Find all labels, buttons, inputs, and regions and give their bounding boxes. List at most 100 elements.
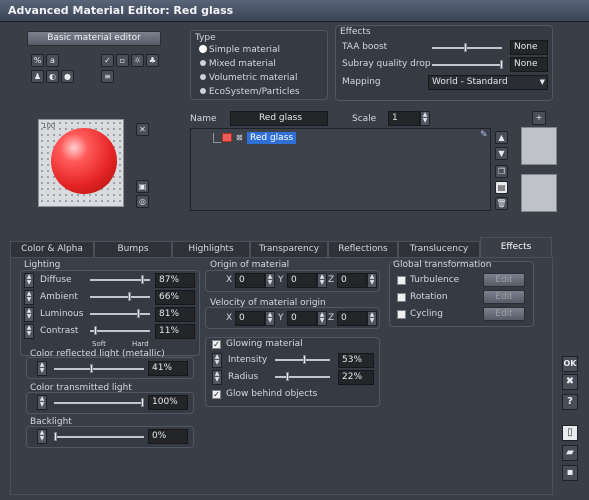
velocity-z-spinner[interactable]: ▲ ▼	[367, 311, 377, 326]
velocity-y-field[interactable]: 0	[287, 311, 317, 326]
reflected-slider[interactable]	[54, 368, 144, 370]
move-up-icon[interactable]: ▲	[495, 131, 508, 144]
velocity-z-field[interactable]: 0	[337, 311, 367, 326]
contrast-spinner[interactable]: ▲ ▼	[24, 324, 34, 339]
diffuse-field[interactable]: 87%	[155, 273, 195, 288]
luminous-knob[interactable]	[137, 309, 140, 318]
preview-close-icon[interactable]: ✕	[136, 123, 149, 136]
reflected-field[interactable]: 41%	[148, 361, 188, 376]
tab-translucency[interactable]: Translucency	[398, 241, 480, 258]
contrast-icon[interactable]: ◐	[46, 70, 59, 83]
copy-icon[interactable]: ❐	[495, 165, 508, 178]
subray-quality-field[interactable]: None	[510, 57, 548, 72]
list-icon[interactable]: ≡	[101, 70, 114, 83]
title-bar[interactable]: Advanced Material Editor: Red glass	[0, 0, 589, 22]
backlight-slider[interactable]	[54, 436, 144, 438]
transmitted-spinner[interactable]: ▲ ▼	[37, 395, 47, 410]
radio[interactable]	[200, 60, 206, 66]
mapping-select[interactable]: World - Standard ▼	[428, 75, 548, 90]
cycling-checkbox[interactable]	[397, 310, 406, 319]
cycling-edit-button[interactable]: Edit	[483, 307, 525, 321]
origin-z-field[interactable]: 0	[337, 273, 367, 288]
swatch-preview-top[interactable]	[521, 127, 557, 165]
name-field[interactable]: Red glass	[230, 111, 328, 126]
tab-effects[interactable]: Effects	[480, 237, 552, 257]
basic-material-editor-button[interactable]: Basic material editor	[27, 31, 161, 46]
target-icon[interactable]: ◎	[136, 195, 149, 208]
ambient-knob[interactable]	[128, 292, 131, 301]
open-folder-icon[interactable]: ▰	[562, 445, 578, 461]
type-option-mixed[interactable]: Mixed material	[200, 59, 276, 69]
transmitted-knob[interactable]	[141, 398, 144, 407]
ambient-spinner[interactable]: ▲ ▼	[24, 290, 34, 305]
ok-button[interactable]: OK	[562, 356, 578, 372]
backlight-knob[interactable]	[54, 432, 57, 441]
delete-icon[interactable]: 🗑	[495, 197, 508, 210]
edit-pencil-icon[interactable]: ✎	[480, 130, 488, 140]
check-icon[interactable]: ✓	[101, 54, 114, 67]
radius-spinner[interactable]: ▲ ▼	[212, 370, 222, 385]
figure-icon[interactable]: ♣	[146, 54, 159, 67]
reflected-spinner[interactable]: ▲ ▼	[37, 361, 47, 376]
intensity-knob[interactable]	[303, 355, 306, 364]
luminous-slider[interactable]	[90, 313, 150, 315]
origin-z-spinner[interactable]: ▲ ▼	[367, 273, 377, 288]
glow-behind-checkbox[interactable]: ✓	[212, 390, 221, 399]
select-icon[interactable]: ▫	[116, 54, 129, 67]
velocity-y-spinner[interactable]: ▲ ▼	[317, 311, 327, 326]
contrast-slider[interactable]	[90, 330, 150, 332]
origin-x-spinner[interactable]: ▲ ▼	[265, 273, 275, 288]
scale-spinner[interactable]: ▲ ▼	[420, 111, 430, 126]
diffuse-knob[interactable]	[141, 275, 144, 284]
luminous-field[interactable]: 81%	[155, 307, 195, 322]
type-option-volumetric[interactable]: Volumetric material	[200, 73, 297, 83]
tab-reflections[interactable]: Reflections	[328, 241, 398, 258]
luminous-spinner[interactable]: ▲ ▼	[24, 307, 34, 322]
velocity-x-spinner[interactable]: ▲ ▼	[265, 311, 275, 326]
material-tree[interactable]: ⊠ Red glass ✎	[190, 128, 491, 211]
ambient-field[interactable]: 66%	[155, 290, 195, 305]
tab-color-alpha[interactable]: Color & Alpha	[10, 241, 94, 258]
reflected-knob[interactable]	[90, 364, 93, 373]
move-down-icon[interactable]: ▼	[495, 147, 508, 160]
cube-icon[interactable]: ▣	[136, 180, 149, 193]
tab-highlights[interactable]: Highlights	[172, 241, 250, 258]
mix-icon[interactable]: %	[31, 54, 44, 67]
add-icon[interactable]: +	[532, 111, 546, 125]
type-option-ecosystem[interactable]: EcoSystem/Particles	[200, 87, 300, 97]
save-icon[interactable]: ▪	[562, 465, 578, 481]
subray-quality-knob[interactable]	[500, 60, 503, 69]
origin-x-field[interactable]: 0	[235, 273, 265, 288]
radius-knob[interactable]	[286, 372, 289, 381]
diffuse-spinner[interactable]: ▲ ▼	[24, 273, 34, 288]
subray-quality-slider[interactable]	[432, 64, 502, 66]
sphere-icon[interactable]: ●	[61, 70, 74, 83]
origin-y-field[interactable]: 0	[287, 273, 317, 288]
type-option-simple[interactable]: Simple material	[200, 45, 280, 55]
new-document-icon[interactable]: ▯	[562, 425, 578, 441]
help-button[interactable]: ?	[562, 394, 578, 410]
rotation-edit-button[interactable]: Edit	[483, 290, 525, 304]
origin-y-spinner[interactable]: ▲ ▼	[317, 273, 327, 288]
ambient-slider[interactable]	[90, 296, 150, 298]
sun-icon[interactable]: ☼	[131, 54, 144, 67]
taa-boost-slider[interactable]	[432, 47, 502, 49]
radio[interactable]	[200, 88, 206, 94]
swatch-preview-bottom[interactable]	[521, 174, 557, 212]
turbulence-checkbox[interactable]	[397, 276, 406, 285]
intensity-spinner[interactable]: ▲ ▼	[212, 353, 222, 368]
taa-boost-field[interactable]: None	[510, 40, 548, 55]
transmitted-slider[interactable]	[54, 402, 144, 404]
tree-item-red-glass[interactable]: Red glass	[247, 132, 297, 144]
contrast-knob[interactable]	[94, 326, 97, 335]
intensity-field[interactable]: 53%	[338, 353, 374, 368]
people-icon[interactable]: ♟	[31, 70, 44, 83]
rotation-checkbox[interactable]	[397, 293, 406, 302]
tab-bumps[interactable]: Bumps	[94, 241, 172, 258]
glowing-checkbox[interactable]: ✓	[212, 340, 221, 349]
backlight-spinner[interactable]: ▲ ▼	[37, 429, 47, 444]
transmitted-field[interactable]: 100%	[148, 395, 188, 410]
contrast-field[interactable]: 11%	[155, 324, 195, 339]
material-preview[interactable]: 100	[38, 119, 124, 207]
paste-icon[interactable]: ▤	[495, 181, 508, 194]
